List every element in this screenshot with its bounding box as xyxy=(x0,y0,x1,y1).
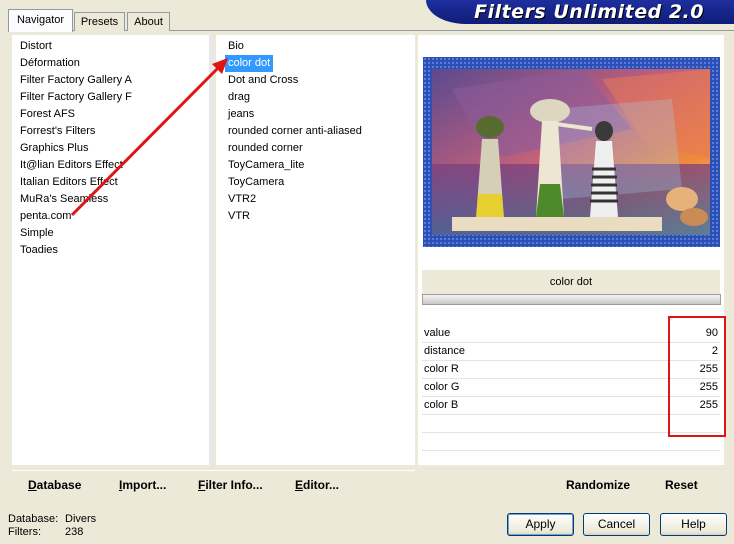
category-list[interactable]: Distort Déformation Filter Factory Gallery… xyxy=(17,38,135,259)
category-item[interactable]: Graphics Plus xyxy=(17,140,135,157)
category-item[interactable]: Filter Factory Gallery A xyxy=(17,72,135,89)
parameter-name: color R xyxy=(424,363,459,375)
help-button[interactable]: Help xyxy=(660,513,727,536)
app-title: Filters Unlimited 2.0 xyxy=(474,1,704,23)
filters-count-value: 238 xyxy=(65,526,84,538)
filter-item[interactable]: rounded corner xyxy=(225,140,365,157)
apply-button[interactable]: Apply xyxy=(507,513,574,536)
randomize-button[interactable]: Randomize xyxy=(566,478,630,492)
filter-item[interactable]: ToyCamera xyxy=(225,174,365,191)
category-list-panel[interactable]: Distort Déformation Filter Factory Gallery… xyxy=(12,35,209,465)
category-list-splitter[interactable] xyxy=(209,35,214,465)
parameter-name: value xyxy=(424,327,451,339)
filter-item[interactable]: jeans xyxy=(225,106,365,123)
filter-item[interactable]: color dot xyxy=(225,55,274,72)
database-footer-value: Divers xyxy=(65,513,97,525)
filter-item[interactable]: VTR xyxy=(225,208,365,225)
filter-list-panel[interactable]: Bio color dot Dot and Cross drag jeans rounde… xyxy=(216,35,415,465)
filters-count-label: Filters: xyxy=(8,526,41,538)
annotation-highlight-box xyxy=(668,316,726,437)
editor-button[interactable]: Editor... xyxy=(295,478,339,492)
database-label: atabase xyxy=(36,478,82,492)
tab-navigator[interactable]: Navigator xyxy=(8,9,73,32)
import-label: mport... xyxy=(122,478,167,492)
filter-item[interactable]: Bio xyxy=(225,38,365,55)
filter-item[interactable]: Dot and Cross xyxy=(225,72,365,89)
filter-item[interactable]: VTR2 xyxy=(225,191,365,208)
parameter-row-empty xyxy=(422,451,720,469)
category-item[interactable]: Simple xyxy=(17,225,135,242)
tab-about[interactable]: About xyxy=(127,12,170,31)
editor-accelerator: E xyxy=(295,478,304,492)
category-item[interactable]: Filter Factory Gallery F xyxy=(17,89,135,106)
parameter-name: distance xyxy=(424,345,465,357)
selected-filter-name: color dot xyxy=(422,270,720,294)
filter-info-button[interactable]: Filter Info... xyxy=(198,478,263,492)
filter-info-label: ilter Info... xyxy=(205,478,263,492)
preview-image xyxy=(432,69,710,235)
filter-item[interactable]: drag xyxy=(225,89,365,106)
filter-item[interactable]: ToyCamera_lite xyxy=(225,157,365,174)
database-footer-label: Database: xyxy=(8,513,59,525)
parameter-name: color B xyxy=(424,399,459,411)
import-button[interactable]: Import... xyxy=(119,478,166,492)
category-item[interactable]: Forest AFS xyxy=(17,106,135,123)
category-item[interactable]: Italian Editors Effect xyxy=(17,174,135,191)
banner: Filters Unlimited 2.0 xyxy=(426,0,734,24)
progress-bar xyxy=(422,294,721,305)
reset-button[interactable]: Reset xyxy=(665,478,698,492)
category-item[interactable]: Forrest's Filters xyxy=(17,123,135,140)
cancel-button[interactable]: Cancel xyxy=(583,513,650,536)
category-item[interactable]: penta.com xyxy=(17,208,135,225)
tab-presets[interactable]: Presets xyxy=(74,12,125,31)
parameter-name: color G xyxy=(424,381,460,393)
category-item[interactable]: It@lian Editors Effect xyxy=(17,157,135,174)
category-item[interactable]: MuRa's Seamless xyxy=(17,191,135,208)
category-item[interactable]: Distort xyxy=(17,38,135,55)
editor-label: ditor... xyxy=(303,478,340,492)
category-item[interactable]: Déformation xyxy=(17,55,135,72)
database-button[interactable]: Database xyxy=(28,478,81,492)
category-item[interactable]: Toadies xyxy=(17,242,135,259)
filter-item[interactable]: rounded corner anti-aliased xyxy=(225,123,365,140)
database-accelerator: D xyxy=(28,478,37,492)
filter-list[interactable]: Bio color dot Dot and Cross drag jeans rounde… xyxy=(225,38,365,225)
